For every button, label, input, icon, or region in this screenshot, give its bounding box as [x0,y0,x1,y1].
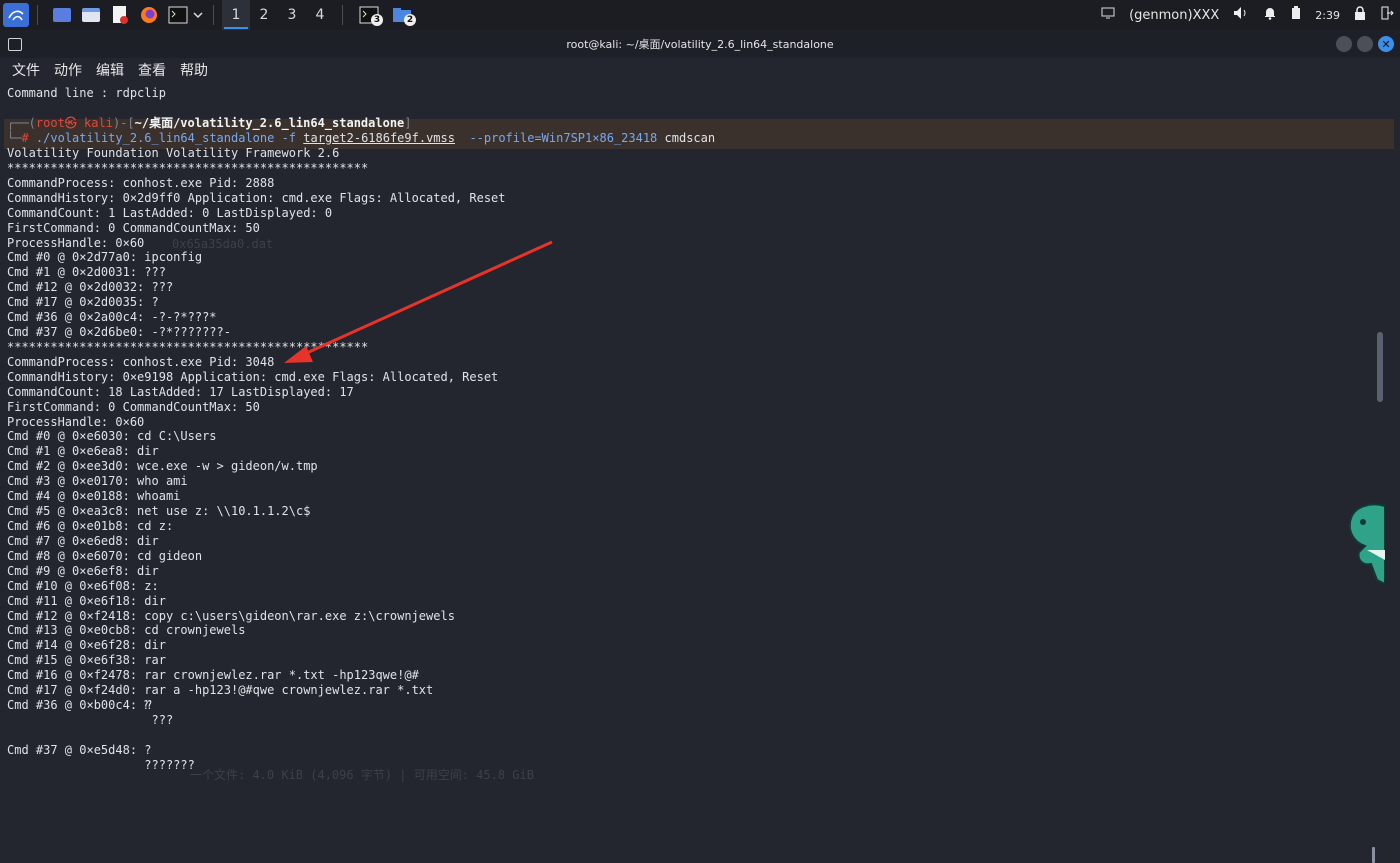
window-title: root@kali: ~/桌面/volatility_2.6_lin64_sta… [566,38,834,51]
menu-file[interactable]: 文件 [12,60,40,80]
genmon-label[interactable]: (genmon)XXX [1129,8,1219,23]
files-window-button[interactable]: 2 [387,3,417,27]
power-battery-icon[interactable] [1291,6,1301,24]
kali-menu-icon[interactable] [3,3,29,27]
monitor-icon[interactable] [1101,7,1115,23]
window-titlebar[interactable]: root@kali: ~/桌面/volatility_2.6_lin64_sta… [0,30,1400,58]
taskbar: 1 2 3 4 3 2 (genmon)XXX 2:39 [0,0,1400,30]
terminal-launcher-icon[interactable] [165,3,191,27]
maximize-button[interactable] [1357,36,1373,52]
close-button[interactable]: ✕ [1378,36,1394,52]
annotation-arrow [284,240,553,363]
workspace-4[interactable]: 4 [306,0,334,30]
firefox-icon[interactable] [136,3,162,27]
minimize-button[interactable] [1336,36,1352,52]
menu-view[interactable]: 查看 [138,60,166,80]
menu-bar: 文件 动作 编辑 查看 帮助 [0,58,1400,82]
files-count-badge: 2 [404,14,416,26]
logout-icon[interactable] [1380,6,1394,24]
notification-bell-icon[interactable] [1263,6,1277,24]
volume-icon[interactable] [1233,6,1249,24]
lock-icon[interactable] [1354,6,1366,24]
menu-edit[interactable]: 编辑 [96,60,124,80]
clock[interactable]: 2:39 [1315,9,1340,22]
terminal-window-button[interactable]: 3 [354,3,384,27]
terminal-window-icon [8,38,22,51]
file-manager-icon[interactable] [78,3,104,27]
workspace-1[interactable]: 1 [222,0,250,30]
text-editor-icon[interactable] [107,3,133,27]
scrollbar-thumb[interactable] [1372,847,1375,863]
chevron-down-icon[interactable] [191,3,205,27]
terminal-count-badge: 3 [371,14,383,26]
workspace-3[interactable]: 3 [278,0,306,30]
menu-help[interactable]: 帮助 [180,60,208,80]
menu-action[interactable]: 动作 [54,60,82,80]
dinosaur-sticker-icon [1348,503,1385,586]
desktop-icon[interactable] [49,3,75,27]
terminal-output[interactable]: Command line : rdpclip ┌──(root㉿ kali)-[… [0,82,1394,863]
workspace-2[interactable]: 2 [250,0,278,30]
